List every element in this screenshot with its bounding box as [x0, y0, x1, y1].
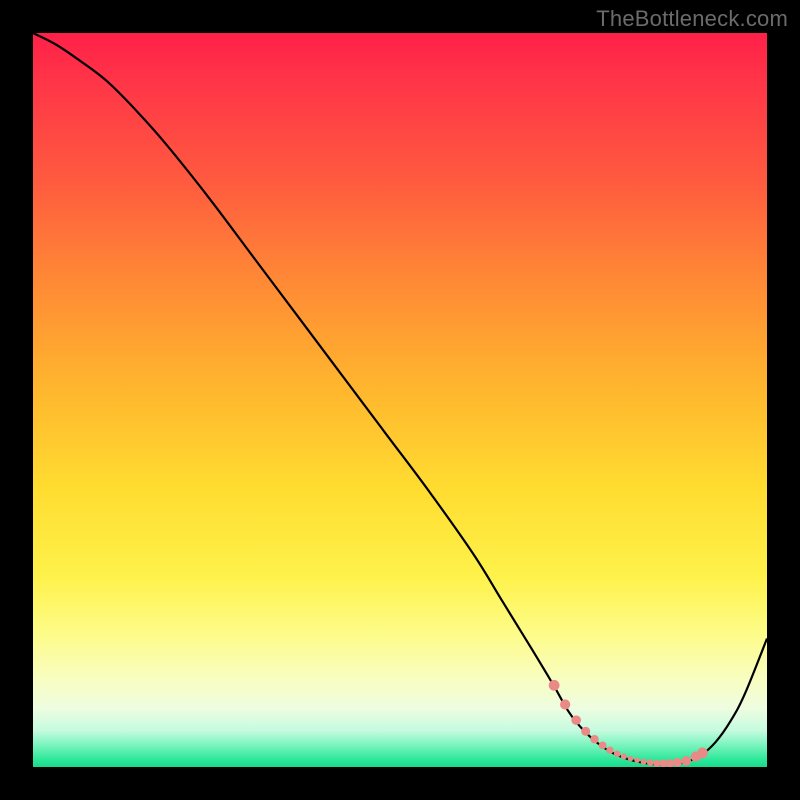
- valley-dot: [697, 748, 708, 759]
- valley-dot: [614, 750, 621, 757]
- valley-dot: [634, 758, 640, 764]
- valley-dot: [606, 747, 613, 754]
- valley-dot: [647, 759, 654, 766]
- valley-dot: [673, 758, 682, 767]
- valley-dot: [653, 760, 660, 767]
- watermark-text: TheBottleneck.com: [596, 6, 788, 32]
- chart-frame: TheBottleneck.com: [0, 0, 800, 800]
- curve-overlay: [33, 33, 767, 767]
- valley-dot: [628, 756, 634, 762]
- valley-dot: [571, 715, 581, 725]
- valley-dots: [549, 680, 708, 767]
- valley-dot: [621, 753, 627, 759]
- valley-dot: [549, 680, 560, 691]
- valley-dot: [590, 735, 598, 743]
- valley-dot: [560, 699, 570, 709]
- plot-area: [33, 33, 767, 767]
- valley-dot: [681, 756, 691, 766]
- valley-dot: [641, 759, 647, 765]
- bottleneck-curve: [33, 33, 767, 765]
- valley-dot: [581, 727, 590, 736]
- valley-dot: [599, 741, 607, 749]
